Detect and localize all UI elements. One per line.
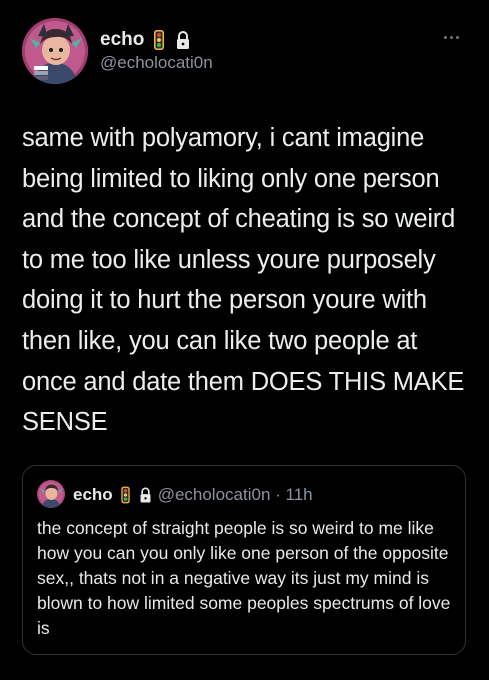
tweet: echo @echolocati0n same with polyamory, … xyxy=(0,0,489,680)
author-display-name[interactable]: echo xyxy=(100,29,144,51)
traffic-light-icon xyxy=(150,29,168,51)
quoted-avatar[interactable] xyxy=(37,480,65,508)
quoted-header: echo @echolocati0n · 11h xyxy=(73,484,313,506)
author-name-row: echo xyxy=(100,28,192,52)
quoted-handle-time[interactable]: @echolocati0n · 11h xyxy=(158,485,313,505)
more-options-icon[interactable] xyxy=(444,32,466,42)
quoted-text: the concept of straight people is so wei… xyxy=(37,518,451,638)
avatar[interactable] xyxy=(22,18,88,84)
quoted-tweet[interactable]: echo @echolocati0n · 11h the concept of … xyxy=(22,465,466,655)
tweet-text: same with polyamory, i cant imagine bein… xyxy=(22,124,465,437)
quoted-display-name[interactable]: echo xyxy=(73,485,113,505)
lock-icon xyxy=(138,485,153,505)
author-handle[interactable]: @echolocati0n xyxy=(100,53,213,73)
lock-icon xyxy=(174,29,192,51)
traffic-light-icon xyxy=(118,485,133,505)
